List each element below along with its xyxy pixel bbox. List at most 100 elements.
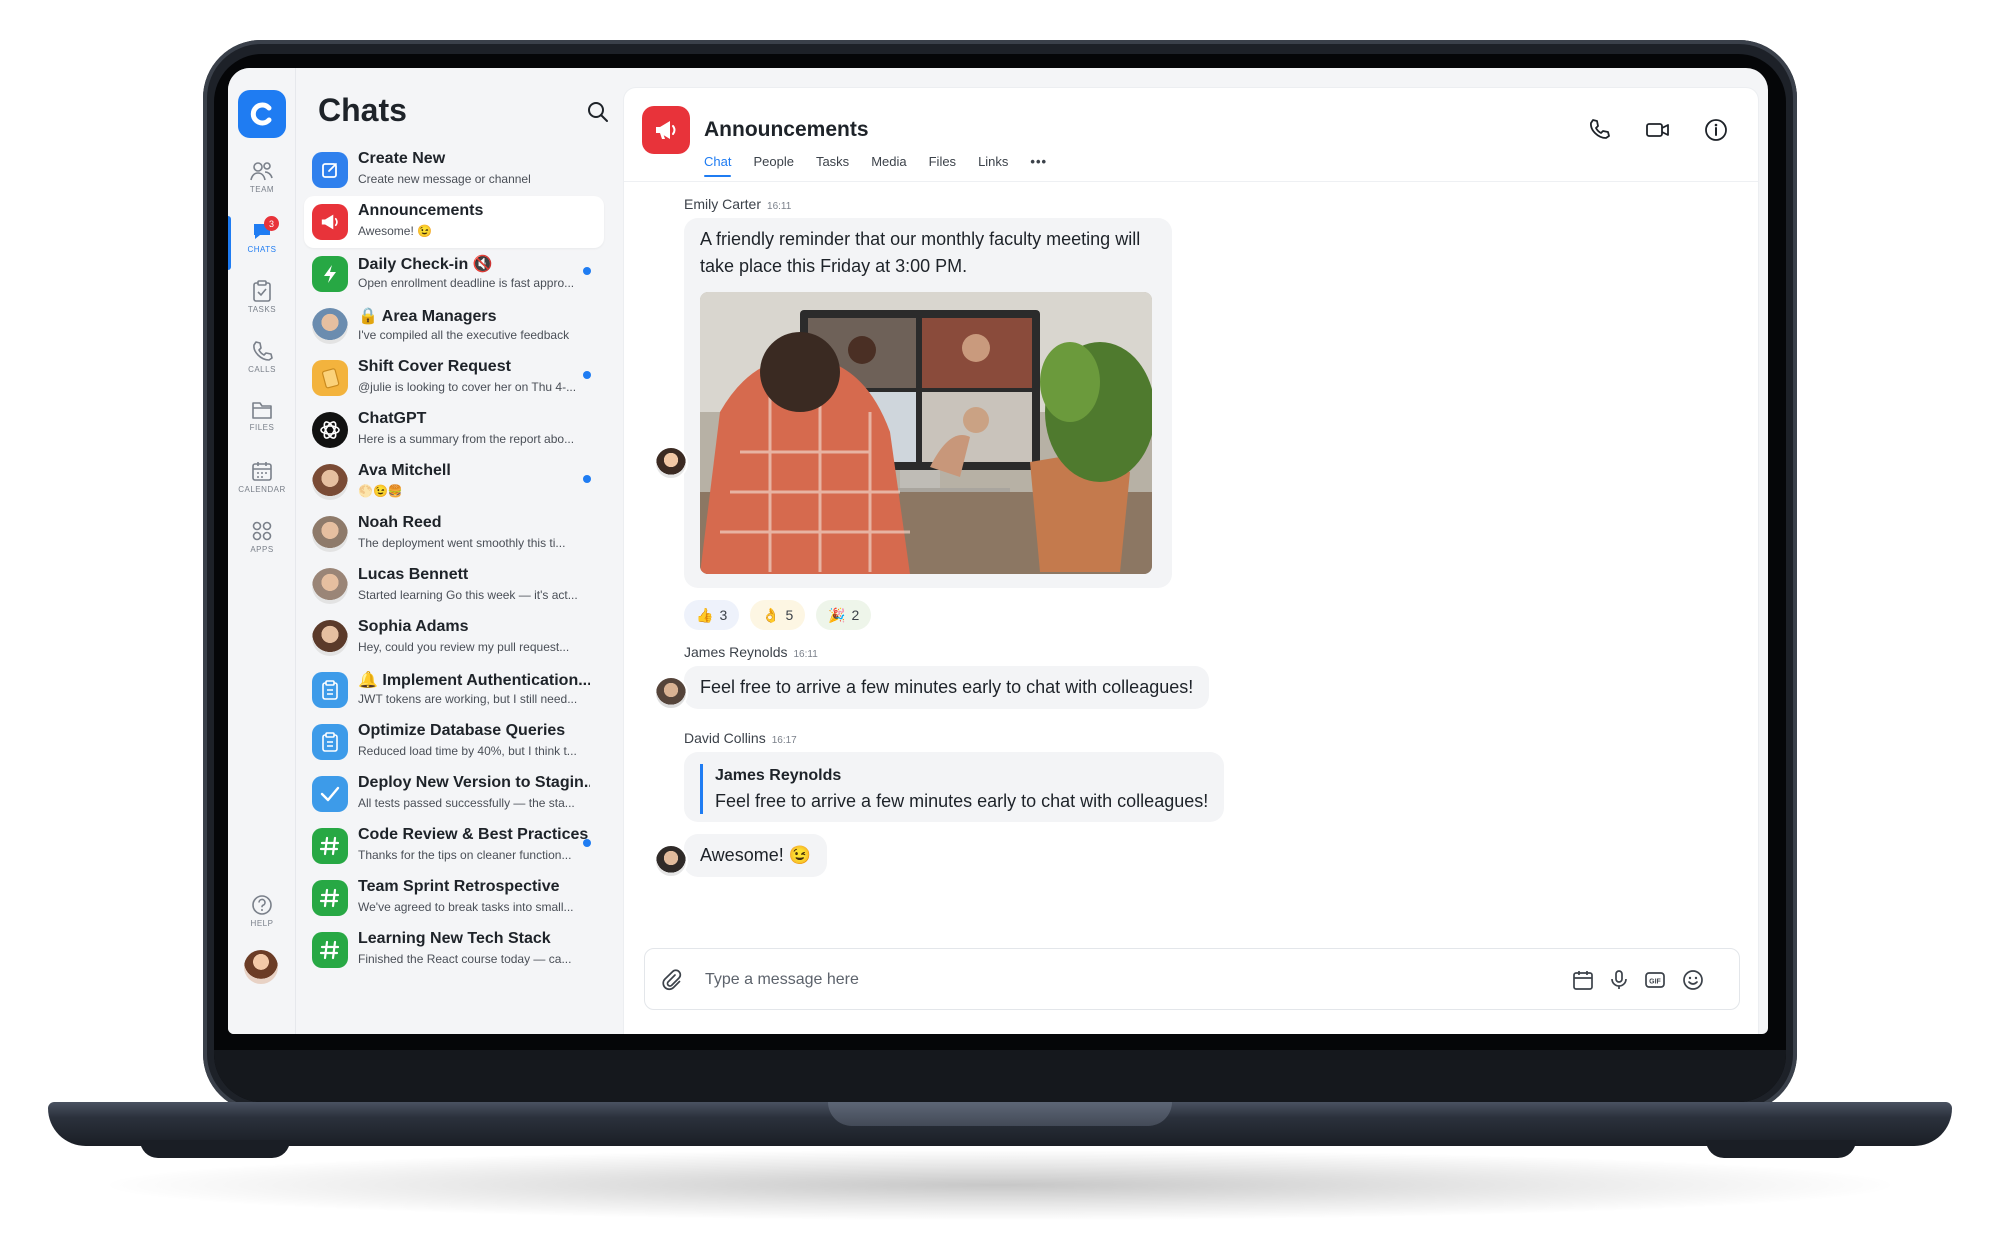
avatar[interactable] <box>654 446 688 480</box>
hash-icon <box>312 932 348 968</box>
chat-name: Ava Mitchell <box>358 462 451 479</box>
tab-links[interactable]: Links <box>978 154 1008 177</box>
voice-call-icon[interactable] <box>1586 116 1614 144</box>
reaction-count: 5 <box>785 607 794 623</box>
chat-list-item[interactable]: Daily Check-in 🔇 Open enrollment deadline… <box>304 248 604 300</box>
app-logo[interactable] <box>238 90 286 138</box>
laptop-foot-right <box>1706 1140 1856 1158</box>
avatar <box>312 568 348 604</box>
chat-preview: All tests passed successfully — the sta.… <box>358 796 575 810</box>
avatar <box>312 620 348 656</box>
chat-list-item[interactable]: 🔔 Implement Authentication... JWT tokens … <box>304 664 604 716</box>
message-text: Awesome! 😉 <box>700 845 812 865</box>
chat-preview: Started learning Go this week — it's act… <box>358 588 578 602</box>
chat-list-item[interactable]: Ava Mitchell 🌕😉🍔 <box>304 456 604 508</box>
chat-preview: Hey, could you review my pull request... <box>358 640 570 654</box>
chat-preview: We've agreed to break tasks into small..… <box>358 900 574 914</box>
emoji-icon[interactable] <box>1681 968 1705 992</box>
message-bubble[interactable]: Awesome! 😉 <box>684 834 828 877</box>
nav-rail: TEAM 3 CHATS TASKS CALLS FILES CALENDAR <box>228 68 296 1034</box>
tab-people[interactable]: People <box>753 154 793 177</box>
avatar[interactable] <box>654 676 688 710</box>
chat-list-item[interactable]: Code Review & Best Practices Thanks for t… <box>304 820 604 872</box>
megaphone-icon <box>312 204 348 240</box>
chat-list-item[interactable]: Shift Cover Request @julie is looking to … <box>304 352 604 404</box>
chat-preview: Finished the React course today — ca... <box>358 952 572 966</box>
rail-item-help[interactable]: HELP <box>228 894 296 928</box>
tab-tasks[interactable]: Tasks <box>816 154 849 177</box>
message-author: Emily Carter 16:11 <box>684 196 791 212</box>
conversation-header: Announcements Chat People Tasks Media Fi… <box>624 88 1758 182</box>
search-icon[interactable] <box>586 100 610 124</box>
clipboard-check-icon <box>253 280 271 302</box>
info-icon[interactable] <box>1702 116 1730 144</box>
chat-list-item[interactable]: 🔒 Area Managers I've compiled all the exe… <box>304 300 604 352</box>
chat-list-item[interactable]: Learning New Tech Stack Finished the Reac… <box>304 924 604 976</box>
reaction-emoji: 👌 <box>762 606 780 623</box>
channel-title: Announcements <box>704 118 869 141</box>
chat-list-panel: Chats Create New Create new message or ch… <box>296 68 608 1034</box>
rail-label-calls: CALLS <box>248 365 276 374</box>
chat-list-item[interactable]: Lucas Bennett Started learning Go this we… <box>304 560 604 612</box>
chat-list-item[interactable]: Deploy New Version to Stagin... All tests… <box>304 768 604 820</box>
chat-name: 🔒 Area Managers <box>358 308 497 325</box>
avatar[interactable] <box>654 844 688 878</box>
current-user-avatar[interactable] <box>244 950 278 984</box>
message-composer: GIF <box>644 948 1740 1010</box>
chat-name: Sophia Adams <box>358 618 469 635</box>
quoted-reply-bubble[interactable]: James Reynolds Feel free to arrive a few… <box>684 752 1225 822</box>
unread-dot <box>583 475 591 483</box>
avatar <box>312 464 348 500</box>
reaction-count: 3 <box>719 607 728 623</box>
chat-list-item[interactable]: Announcements Awesome! 😉 <box>304 196 604 248</box>
schedule-calendar-icon[interactable] <box>1571 968 1595 992</box>
gif-icon[interactable]: GIF <box>1643 968 1667 992</box>
microphone-icon[interactable] <box>1607 968 1631 992</box>
chat-name: Learning New Tech Stack <box>358 930 551 947</box>
video-call-icon[interactable] <box>1644 116 1672 144</box>
chat-list-item[interactable]: Optimize Database Queries Reduced load ti… <box>304 716 604 768</box>
help-icon <box>252 895 272 915</box>
tab-files[interactable]: Files <box>929 154 956 177</box>
reaction-ok-hand[interactable]: 👌 5 <box>750 600 806 630</box>
bolt-icon <box>312 256 348 292</box>
author-name: James Reynolds <box>684 644 788 660</box>
reaction-thumbs-up[interactable]: 👍 3 <box>684 600 740 630</box>
tab-chat[interactable]: Chat <box>704 154 732 177</box>
message-image[interactable] <box>700 292 1152 574</box>
rail-item-apps[interactable]: APPS <box>228 520 296 554</box>
unread-dot <box>583 267 591 275</box>
chat-name: Lucas Bennett <box>358 566 469 583</box>
reaction-party[interactable]: 🎉 2 <box>816 600 872 630</box>
message-author: James Reynolds 16:11 <box>684 644 818 660</box>
compose-icon <box>312 152 348 188</box>
video-meeting-photo <box>700 292 1152 574</box>
conversation-panel: Announcements Chat People Tasks Media Fi… <box>624 88 1758 1034</box>
chat-list-item[interactable]: ChatGPT Here is a summary from the report… <box>304 404 604 456</box>
message-bubble[interactable]: Feel free to arrive a few minutes early … <box>684 666 1210 709</box>
paperclip-icon[interactable] <box>659 968 683 992</box>
rail-item-files[interactable]: FILES <box>228 400 296 432</box>
chat-list-item[interactable]: Sophia Adams Hey, could you review my pul… <box>304 612 604 664</box>
rail-item-team[interactable]: TEAM <box>228 160 296 194</box>
chat-list-item[interactable]: Noah Reed The deployment went smoothly th… <box>304 508 604 560</box>
chat-name: ChatGPT <box>358 410 427 427</box>
chat-list-item[interactable]: Create New Create new message or channel <box>304 144 604 196</box>
rail-label-help: HELP <box>250 919 274 928</box>
chat-preview: Reduced load time by 40%, but I think t.… <box>358 744 577 758</box>
rail-item-calls[interactable]: CALLS <box>228 340 296 374</box>
chat-list-item[interactable]: Team Sprint Retrospective We've agreed to… <box>304 872 604 924</box>
tab-more-icon[interactable]: ••• <box>1030 154 1047 177</box>
rail-item-chats[interactable]: 3 CHATS <box>228 216 296 254</box>
rail-item-tasks[interactable]: TASKS <box>228 280 296 314</box>
tab-media[interactable]: Media <box>871 154 906 177</box>
chat-preview: @julie is looking to cover her on Thu 4-… <box>358 380 577 394</box>
message-text: Feel free to arrive a few minutes early … <box>700 677 1194 697</box>
chat-preview: 🌕😉🍔 <box>358 484 403 498</box>
hash-icon <box>312 828 348 864</box>
rail-item-calendar[interactable]: CALENDAR <box>228 460 296 494</box>
chat-preview: Open enrollment deadline is fast appro..… <box>358 276 575 290</box>
message-text: A friendly reminder that our monthly fac… <box>700 229 1141 276</box>
chat-name: 🔔 Implement Authentication... <box>358 672 590 689</box>
message-input[interactable] <box>703 967 1543 993</box>
